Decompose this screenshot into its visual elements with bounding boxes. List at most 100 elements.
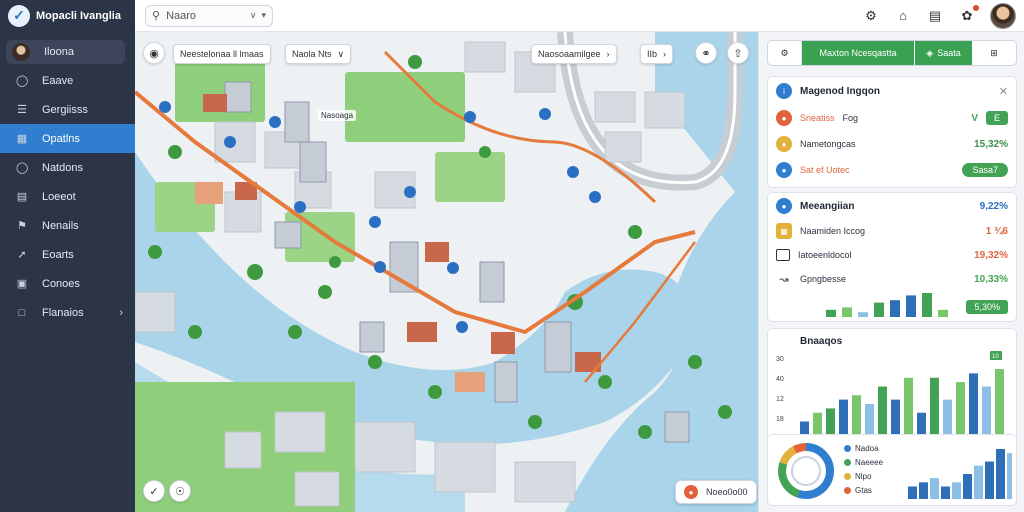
- card3-title: Bnaaqos: [800, 335, 843, 347]
- right-panel: ⚙ Maxton Ncesqastta ◈ Saata ⊞ i Magenod I…: [758, 32, 1024, 512]
- card1-row-1-badge2[interactable]: E: [985, 111, 1008, 125]
- bar-0: [826, 309, 836, 317]
- sidebar-user[interactable]: Iloona: [6, 40, 125, 64]
- map-compass-button[interactable]: ✓: [143, 480, 165, 502]
- search-box[interactable]: ⚲ Naaro ∨ ▾: [145, 4, 273, 27]
- chart-tag-label: 10: [992, 354, 999, 360]
- location-icon: ●: [776, 162, 792, 178]
- tab-main-label: Maxton Ncesqastta: [819, 48, 897, 58]
- grid-icon: ▦: [776, 223, 792, 239]
- card1-row-3: ● Sat ef Uotec Sasa7: [768, 157, 1016, 183]
- y-tick-label: 12: [776, 396, 784, 403]
- bulb-icon: ●: [776, 136, 792, 152]
- bar-6: [974, 465, 983, 499]
- sidebar-user-label: Iloona: [44, 46, 74, 58]
- donut-inner-ring: [791, 456, 821, 486]
- card1-row-3-pill[interactable]: Sasa7: [962, 163, 1008, 177]
- image-icon: [776, 249, 790, 261]
- card2-green-badge[interactable]: 5,30%: [966, 300, 1008, 314]
- map-place-label: Nasoaga: [318, 110, 357, 121]
- card2-row-1-label: Naamiden Iccog: [800, 226, 866, 236]
- sidebar-item-label: Gergiisss: [42, 103, 88, 116]
- tab-second[interactable]: ◈ Saata: [914, 41, 972, 65]
- legend-item: Nlpo: [844, 469, 883, 483]
- card2-row-1-value: 1 ¾6: [985, 225, 1008, 237]
- sidebar-item-label: Flanaios: [42, 306, 84, 319]
- sidebar-list: ◯ Eaave ☰ Gergiisss ▦ Opatlns ◯ Natdons ▤ Loeeot ⚑…: [0, 66, 135, 327]
- notification-leaf-icon[interactable]: ✿: [958, 4, 979, 25]
- map-shield-button[interactable]: ◉: [143, 42, 165, 64]
- map-filter-chip-label: Neestelonaa ll lmaas: [180, 49, 264, 59]
- home-icon[interactable]: ⌂: [894, 7, 912, 25]
- chevron-right-icon: ›: [119, 306, 123, 319]
- sidebar-item-5[interactable]: ⚑ Nenails: [0, 211, 135, 240]
- legend-label: Naeeee: [855, 457, 884, 467]
- chevron-down-icon[interactable]: ∨ ▾: [250, 10, 266, 21]
- bar-9: [1007, 453, 1012, 499]
- bar-4: [890, 300, 900, 317]
- sidebar-item-8[interactable]: □ Flanaios ›: [0, 298, 135, 327]
- map-share-button[interactable]: ⇧: [727, 42, 749, 64]
- notification-dot: [973, 4, 979, 11]
- route-icon: ➚: [17, 249, 27, 261]
- bar-2: [930, 478, 939, 499]
- map-status-badge[interactable]: ● Noeo0o00: [675, 480, 757, 504]
- bar-7: [938, 309, 948, 317]
- legend-label: Nlpo: [855, 471, 872, 481]
- map-location-button[interactable]: ☉: [169, 480, 191, 502]
- search-icon: ⚲: [152, 10, 161, 22]
- map-canvas[interactable]: [135, 32, 758, 512]
- bar-10: [930, 377, 939, 439]
- chevron-right-icon: ›: [663, 49, 667, 59]
- search-input[interactable]: Naaro: [166, 10, 196, 22]
- card1-row-1: ● Sneatiss Fog V E: [768, 105, 1016, 131]
- close-icon[interactable]: ✕: [999, 85, 1008, 98]
- card1-row-1-value: Fog: [842, 113, 859, 123]
- sidebar-item-7[interactable]: ▣ Conoes: [0, 269, 135, 298]
- legend-label: Gtas: [855, 485, 872, 495]
- gear-icon[interactable]: ⚙: [862, 7, 880, 25]
- sidebar-item-4[interactable]: ▤ Loeeot: [0, 182, 135, 211]
- card4-donut-chart: [778, 443, 834, 499]
- bar-1: [919, 482, 928, 499]
- bar-2: [858, 312, 868, 317]
- user-avatar-icon: [12, 43, 30, 61]
- trend-icon: ↝: [779, 273, 789, 286]
- card1-row-1-label: Sneatiss: [800, 113, 835, 123]
- grid-icon: ▦: [16, 133, 28, 145]
- top-actions: ⚙ ⌂ ▤ ✿: [862, 2, 1024, 29]
- tab-filters[interactable]: ⊞: [972, 41, 1016, 65]
- legend-swatch: [844, 458, 851, 466]
- tab-main[interactable]: Maxton Ncesqastta: [802, 41, 914, 65]
- location-pin-icon: ●: [684, 485, 698, 499]
- tab-second-label: Saata: [937, 48, 961, 58]
- bar-8: [904, 377, 913, 439]
- sidebar-item-6[interactable]: ➚ Eoarts: [0, 240, 135, 269]
- gear-icon: ⚙: [780, 47, 789, 58]
- legend-label: Nadoa: [855, 443, 879, 453]
- avatar[interactable]: [990, 2, 1016, 29]
- map-view[interactable]: ◉ Neestelonaa ll lmaas Naola Nts ∨ Naoso…: [135, 32, 758, 512]
- sidebar-item-1[interactable]: ☰ Gergiisss: [0, 95, 135, 124]
- card2-row-2: Iatoeenldocol 19,32%: [768, 243, 1016, 267]
- document-icon[interactable]: ▤: [926, 7, 944, 25]
- map-lock-button[interactable]: ⚭: [695, 42, 717, 64]
- sidebar-item-2[interactable]: ▦ Opatlns: [0, 124, 135, 153]
- tab-settings[interactable]: ⚙: [768, 41, 802, 65]
- map-layer-chip[interactable]: Naosoaamilgee ›: [531, 44, 617, 64]
- legend-item: Naeeee: [844, 455, 883, 469]
- map-filter-chip[interactable]: Neestelonaa ll lmaas: [173, 44, 271, 64]
- card2-row-2-value: 19,32%: [974, 249, 1008, 261]
- sidebar-item-0[interactable]: ◯ Eaave: [0, 66, 135, 95]
- legend-item: Nadoa: [844, 441, 883, 455]
- card2-row-3: ↝ Gpngbesse 10,33%: [768, 267, 1016, 291]
- bar-0: [908, 486, 917, 499]
- map-location-chip[interactable]: Naola Nts ∨: [285, 44, 352, 64]
- map-view-chip[interactable]: IIb ›: [640, 44, 674, 64]
- map-view-chip-label: IIb: [647, 49, 658, 59]
- sidebar-item-3[interactable]: ◯ Natdons: [0, 153, 135, 182]
- shield-icon: ◈: [926, 47, 934, 58]
- y-tick-label: 30: [776, 356, 784, 363]
- card1-row-2-label: Nametongcas: [800, 139, 856, 149]
- bar-3: [941, 486, 950, 499]
